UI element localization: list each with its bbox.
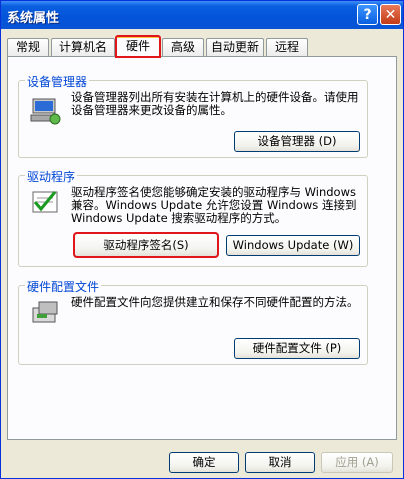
title-bar[interactable]: 系统属性 ? ✕ bbox=[1, 1, 403, 29]
device-manager-title: 设备管理器 bbox=[25, 73, 90, 90]
system-properties-window: 系统属性 ? ✕ 常规 计算机名 硬件 高级 自动更新 远程 设备管理器 设备管… bbox=[0, 0, 404, 479]
apply-button[interactable]: 应用 (A) bbox=[321, 452, 393, 473]
hardware-profiles-icon bbox=[32, 301, 58, 323]
device-manager-group: 设备管理器 设备管理器列出所有安装在计算机上的硬件设备。请使用设备管理器来更改设… bbox=[18, 73, 368, 158]
hardware-tab-panel: 设备管理器 设备管理器列出所有安装在计算机上的硬件设备。请使用设备管理器来更改设… bbox=[7, 56, 397, 440]
cancel-button[interactable]: 取消 bbox=[245, 452, 315, 473]
close-icon: ✕ bbox=[384, 6, 397, 23]
tab-advanced[interactable]: 高级 bbox=[162, 38, 204, 56]
driver-signing-button[interactable]: 驱动程序签名(S) bbox=[73, 232, 219, 258]
window-title: 系统属性 bbox=[7, 11, 60, 26]
device-manager-description: 设备管理器列出所有安装在计算机上的硬件设备。请使用设备管理器来更改设备的属性。 bbox=[71, 90, 359, 117]
drivers-group: 驱动程序 驱动程序签名使您能够确定安装的驱动程序与 Windows 兼容。Win… bbox=[18, 168, 368, 267]
drivers-description: 驱动程序签名使您能够确定安装的驱动程序与 Windows 兼容。Windows … bbox=[71, 185, 357, 225]
tab-computer-name[interactable]: 计算机名 bbox=[51, 38, 115, 56]
help-icon: ? bbox=[363, 6, 372, 23]
hardware-profiles-title: 硬件配置文件 bbox=[25, 278, 102, 295]
tab-remote[interactable]: 远程 bbox=[266, 38, 308, 56]
hardware-profiles-group: 硬件配置文件 硬件配置文件向您提供建立和保存不同硬件配置的方法。 硬件配置文件 … bbox=[18, 278, 368, 365]
tab-general[interactable]: 常规 bbox=[7, 38, 49, 56]
tab-hardware[interactable]: 硬件 bbox=[115, 35, 161, 58]
hardware-profiles-button[interactable]: 硬件配置文件 (P) bbox=[234, 338, 360, 359]
ok-button[interactable]: 确定 bbox=[169, 452, 239, 473]
help-button[interactable]: ? bbox=[357, 4, 378, 25]
device-manager-icon bbox=[30, 98, 61, 125]
windows-update-button[interactable]: Windows Update (W) bbox=[226, 235, 360, 256]
tab-automatic-updates[interactable]: 自动更新 bbox=[206, 38, 264, 56]
drivers-title: 驱动程序 bbox=[25, 168, 78, 185]
driver-certificate-icon bbox=[32, 191, 58, 213]
close-button[interactable]: ✕ bbox=[380, 4, 401, 25]
hardware-profiles-description: 硬件配置文件向您提供建立和保存不同硬件配置的方法。 bbox=[71, 295, 359, 309]
device-manager-button[interactable]: 设备管理器 (D) bbox=[234, 131, 360, 152]
